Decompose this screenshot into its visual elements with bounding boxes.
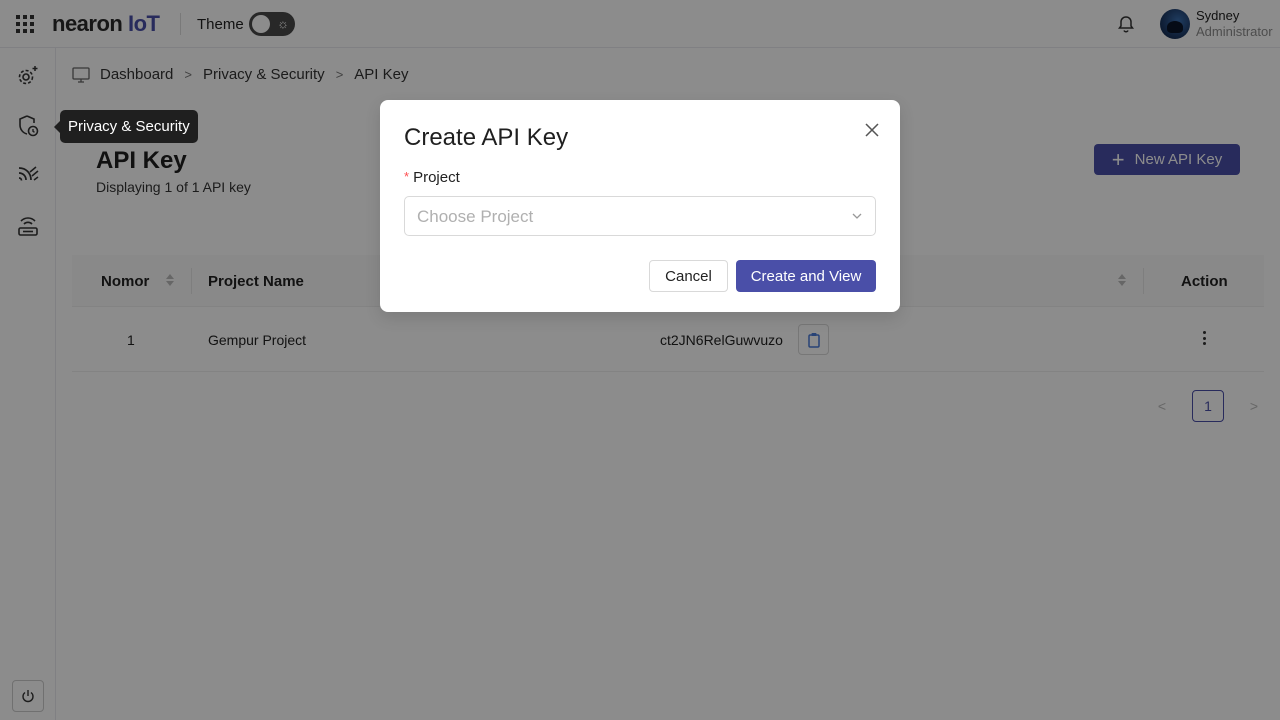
modal-title: Create API Key (404, 124, 569, 151)
project-field-label: * Project (404, 169, 460, 186)
project-select-placeholder: Choose Project (417, 207, 534, 226)
required-mark: * (404, 169, 410, 184)
project-label-text: Project (413, 169, 460, 186)
chevron-down-icon (852, 213, 862, 219)
create-api-key-modal: Create API Key * Project Choose Project C… (380, 100, 900, 312)
create-and-view-button[interactable]: Create and View (736, 260, 876, 292)
sidebar-tooltip: Privacy & Security (54, 110, 198, 143)
close-icon[interactable] (862, 120, 882, 140)
project-select[interactable]: Choose Project (404, 196, 876, 236)
cancel-button[interactable]: Cancel (649, 260, 728, 292)
